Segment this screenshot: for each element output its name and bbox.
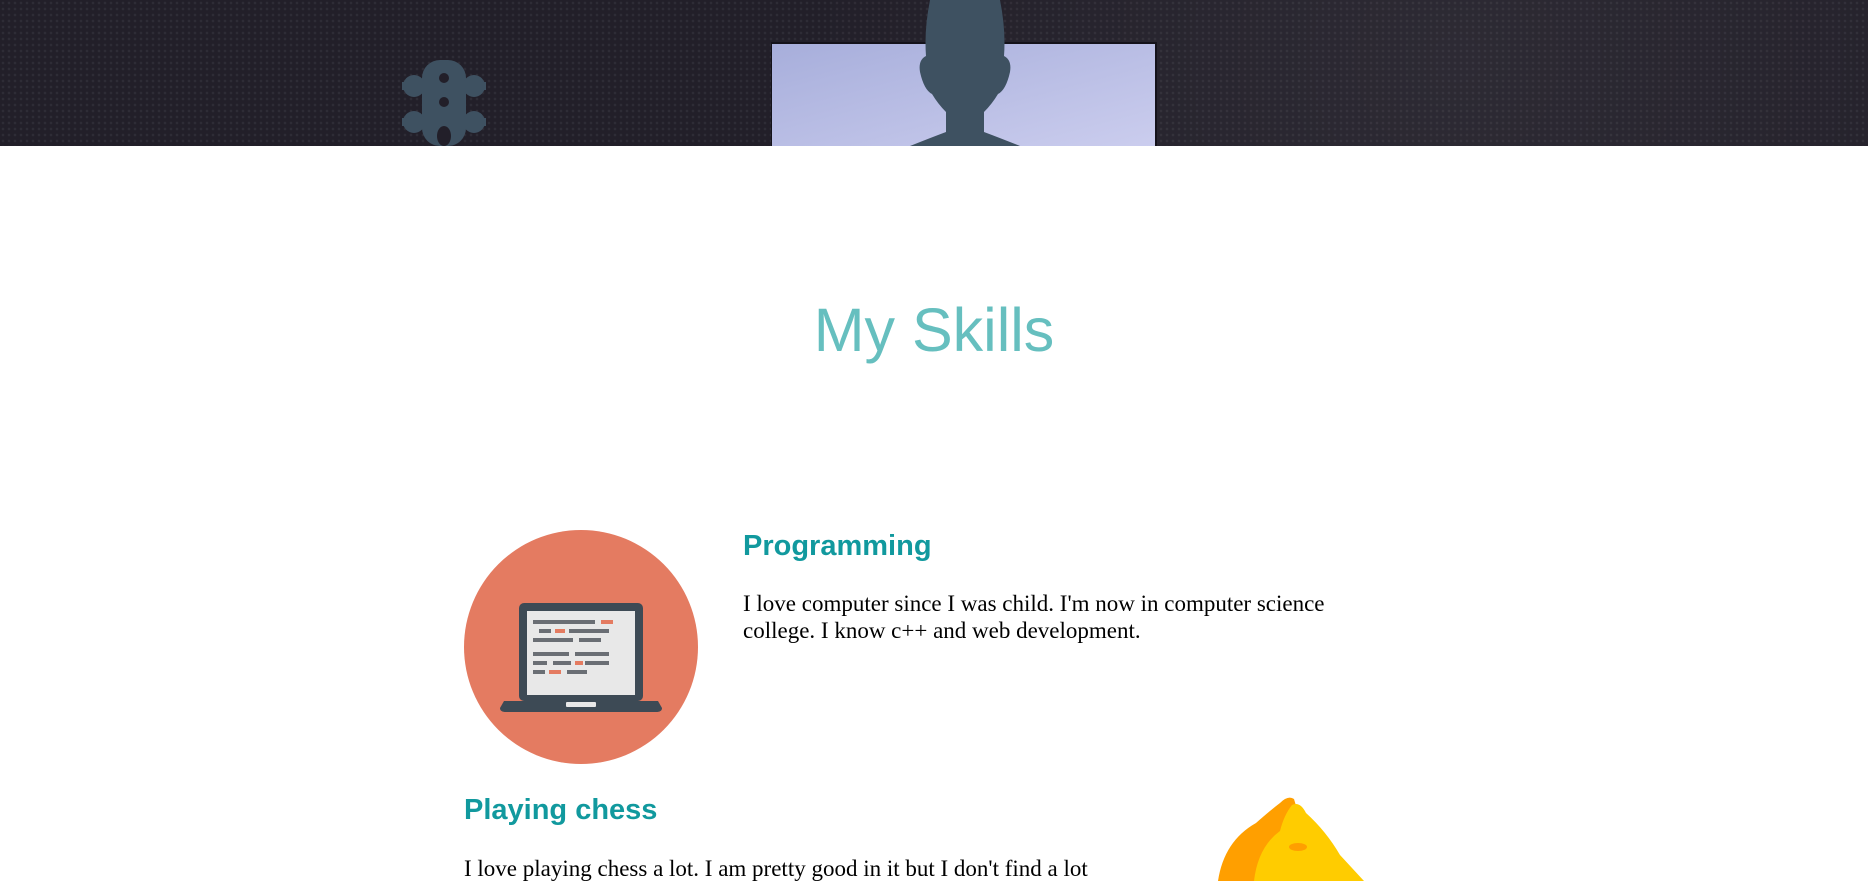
guitar-headstock-icon: [402, 60, 486, 146]
person-silhouette-icon: [910, 0, 1020, 146]
hero-banner: [0, 0, 1868, 146]
chess-heading: Playing chess: [464, 794, 658, 826]
programming-heading: Programming: [743, 530, 932, 562]
programming-description: I love computer since I was child. I'm n…: [743, 591, 1325, 643]
chess-knight-icon: [1218, 797, 1364, 881]
skills-title: My Skills: [813, 296, 1055, 364]
laptop-icon: [500, 603, 662, 712]
programming-skill-image: [464, 530, 698, 764]
chess-description: I love playing chess a lot. I am pretty …: [464, 856, 1088, 881]
